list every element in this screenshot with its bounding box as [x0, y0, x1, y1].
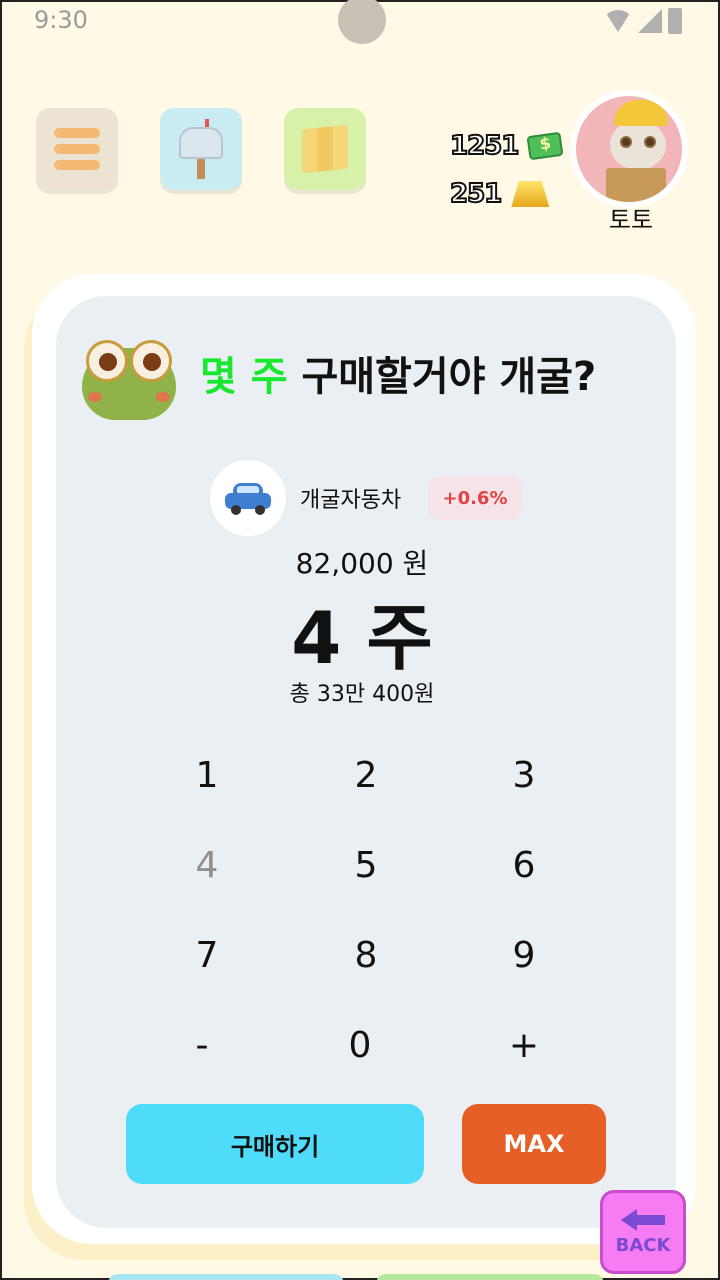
- battery-icon: [668, 8, 682, 34]
- stock-name: 개굴자동차: [300, 488, 402, 513]
- stock-price: 82,000 원: [295, 547, 429, 580]
- key-minus[interactable]: -: [152, 1010, 252, 1080]
- key-6[interactable]: 6: [474, 830, 574, 900]
- wifi-icon: [604, 10, 632, 32]
- map-button[interactable]: [284, 108, 366, 190]
- title-accent: 몇 주: [200, 354, 288, 400]
- max-button[interactable]: MAX: [462, 1104, 606, 1184]
- status-time: 9:30: [34, 6, 88, 34]
- status-bar: 9:30: [2, 0, 718, 44]
- signal-icon: [638, 9, 662, 33]
- car-icon: [210, 460, 286, 536]
- total-cost: 총 33만 400원: [289, 682, 435, 707]
- gold-balance: 251: [449, 174, 590, 214]
- buy-button[interactable]: 구매하기: [126, 1104, 424, 1184]
- camera-cutout: [338, 0, 386, 44]
- key-plus[interactable]: +: [474, 1010, 574, 1080]
- dialog-title: 몇 주 구매할거야 개굴?: [200, 344, 596, 402]
- key-7[interactable]: 7: [157, 920, 257, 990]
- status-icons: [604, 8, 682, 34]
- menu-icon: [54, 128, 100, 170]
- bottom-panel-right: [376, 1274, 604, 1280]
- cash-icon: [526, 131, 564, 161]
- key-8[interactable]: 8: [316, 920, 416, 990]
- menu-button[interactable]: [36, 108, 118, 190]
- user-name: 토토: [608, 206, 654, 234]
- mailbox-button[interactable]: [160, 108, 242, 190]
- back-button[interactable]: BACK: [600, 1190, 686, 1274]
- back-label: BACK: [615, 1234, 671, 1256]
- bottom-panel-left: [108, 1274, 344, 1280]
- key-9[interactable]: 9: [474, 920, 574, 990]
- coin-count: 1251: [449, 130, 520, 162]
- key-3[interactable]: 3: [474, 740, 574, 810]
- key-2[interactable]: 2: [316, 740, 416, 810]
- coin-balance: 1251: [449, 126, 590, 166]
- title-rest: 구매할거야 개굴?: [287, 354, 597, 400]
- back-arrow-icon: [621, 1208, 665, 1231]
- gold-bar-icon: [511, 181, 550, 207]
- map-icon: [302, 124, 348, 174]
- mailbox-icon: [179, 119, 223, 179]
- frog-mascot-icon: [82, 340, 176, 420]
- price-change-badge: +0.6%: [428, 476, 522, 520]
- avatar[interactable]: [570, 90, 688, 208]
- gold-count: 251: [449, 178, 503, 210]
- key-0[interactable]: 0: [310, 1010, 410, 1080]
- key-4[interactable]: 4: [157, 830, 257, 900]
- key-1[interactable]: 1: [157, 740, 257, 810]
- key-5[interactable]: 5: [316, 830, 416, 900]
- share-quantity: 4 주: [291, 596, 433, 680]
